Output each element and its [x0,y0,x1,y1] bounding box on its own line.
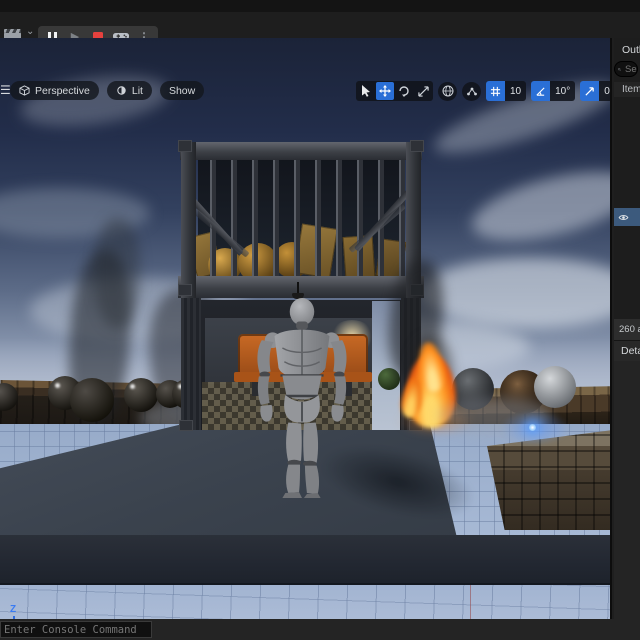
search-icon [618,67,621,71]
cage-bars [196,158,406,280]
tab-outliner[interactable]: Outliner [614,41,640,58]
scale-snap-control[interactable]: 0.25 [580,81,610,101]
actor-count: 260 actors [619,324,640,335]
axis-z-label: Z [10,604,17,615]
select-tool[interactable] [357,82,375,100]
lit-icon [117,86,126,95]
corner-casting [178,284,192,296]
lit-label: Lit [131,84,143,97]
axis-gizmo: Z X [4,604,44,619]
scale-snap-icon [580,81,600,101]
rotate-tool[interactable] [395,82,413,100]
perspective-selector[interactable]: Perspective [10,81,99,100]
details-tab-label: Details [621,345,640,357]
grid-floor-lower [0,585,610,619]
grid-snap-value: 10 [505,81,527,101]
sphere [534,366,576,408]
corner-casting [410,140,424,152]
container-wall-left [181,298,201,430]
surface-snap-icon [466,87,477,96]
item-label-header: Item Label [622,84,640,95]
console-command-bar[interactable] [0,621,152,638]
details-panel-body [614,361,640,625]
mannequin-character [257,298,347,498]
corner-casting [179,420,193,431]
chevron-down-icon[interactable]: ⌄ [26,26,34,37]
outliner-tab-label: Outliner [622,43,640,56]
outliner-search[interactable] [614,61,638,77]
eye-icon [618,214,629,220]
cage-post-left [181,142,196,298]
show-label: Show [168,84,196,97]
scale-icon [417,85,429,97]
title-strip [0,0,640,12]
grid-major-line [470,585,471,619]
tab-details[interactable]: Details [614,340,640,361]
transform-tools [356,81,433,101]
grid-snap-control[interactable]: 10 [486,81,527,101]
cube-icon [19,85,30,96]
smoke-plume [95,218,140,328]
cursor-icon [362,85,370,97]
sphere [124,378,158,412]
rotate-icon [399,86,409,97]
outliner-column-header[interactable]: Item Label [614,82,640,97]
angle-snap-icon [531,81,551,101]
world-space-toggle[interactable] [438,81,457,101]
perspective-label: Perspective [35,84,90,97]
grid-snap-icon [486,81,505,101]
rotation-snap-value: 10° [550,81,576,101]
level-viewport[interactable]: Z X ☰ Perspective Lit Sho [0,38,612,619]
viewport-toolbar-right: 10 10° 0.25 4 [356,81,610,101]
scale-snap-value: 0.25 [599,81,610,101]
unreal-editor-window: ⌄ ▶ ⋮ Z ☰ Perspective Lit Show 10 10° 0.… [0,0,640,640]
outliner-selected-row[interactable] [614,208,640,226]
rotation-snap-control[interactable]: 10° [531,81,576,101]
move-icon [379,85,391,97]
electric-spark [529,424,536,431]
globe-icon [442,85,453,97]
main-toolbar: ⌄ ▶ ⋮ [0,12,640,48]
cage-top-beam [180,142,422,160]
show-menu[interactable]: Show [159,81,205,100]
viewport-toolbar-left: Perspective Lit Show [10,81,205,100]
surface-snapping-button[interactable] [462,81,481,101]
outliner-footer: 260 actors [614,319,640,340]
platform-front [0,535,610,585]
search-input[interactable] [625,63,637,75]
move-tool[interactable] [376,82,394,100]
status-bar [0,619,640,640]
view-mode-selector[interactable]: Lit [106,81,152,100]
console-input[interactable] [1,623,149,636]
sphere [70,378,114,422]
outliner-panel: Outliner Item Label 260 actors De [614,38,640,625]
corner-casting [178,140,192,152]
stone-ledge [487,430,610,530]
scale-tool[interactable] [414,82,432,100]
